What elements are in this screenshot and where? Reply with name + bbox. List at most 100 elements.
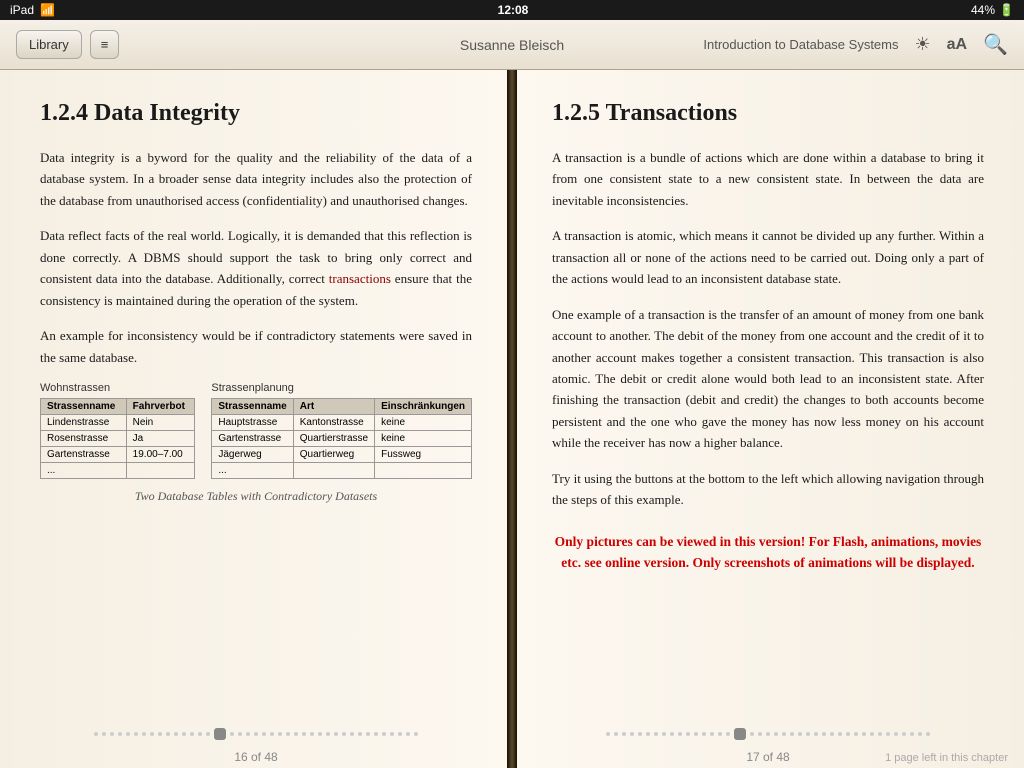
page-dot[interactable] xyxy=(342,732,346,736)
brightness-icon[interactable]: ☀ xyxy=(915,34,931,55)
table2-r1c1: Quartierstrasse xyxy=(293,430,374,446)
page-dot[interactable] xyxy=(750,732,754,736)
page-dot[interactable] xyxy=(622,732,626,736)
page-dot[interactable] xyxy=(838,732,842,736)
page-dot[interactable] xyxy=(894,732,898,736)
page-dot[interactable] xyxy=(294,732,298,736)
page-dot[interactable] xyxy=(174,732,178,736)
page-dot[interactable] xyxy=(206,732,210,736)
table-row: Rosenstrasse Ja xyxy=(41,430,195,446)
page-dot[interactable] xyxy=(678,732,682,736)
page-dot[interactable] xyxy=(630,732,634,736)
page-dot[interactable] xyxy=(118,732,122,736)
page-dot[interactable] xyxy=(614,732,618,736)
page-dot[interactable] xyxy=(910,732,914,736)
page-dot[interactable] xyxy=(398,732,402,736)
page-dot[interactable] xyxy=(854,732,858,736)
page-dot[interactable] xyxy=(382,732,386,736)
page-dot[interactable] xyxy=(862,732,866,736)
page-dot[interactable] xyxy=(182,732,186,736)
page-dot[interactable] xyxy=(246,732,250,736)
page-dot[interactable] xyxy=(326,732,330,736)
table2-r3c0: ... xyxy=(212,462,293,478)
page-dot[interactable] xyxy=(830,732,834,736)
page-dot[interactable] xyxy=(318,732,322,736)
table2-r2c1: Quartierweg xyxy=(293,446,374,462)
left-para-3: An example for inconsistency would be if… xyxy=(40,325,472,368)
page-dot[interactable] xyxy=(110,732,114,736)
page-dot[interactable] xyxy=(686,732,690,736)
page-dot[interactable] xyxy=(390,732,394,736)
page-dot[interactable] xyxy=(694,732,698,736)
page-dot[interactable] xyxy=(94,732,98,736)
page-dot[interactable] xyxy=(166,732,170,736)
page-dot[interactable] xyxy=(846,732,850,736)
page-dot[interactable] xyxy=(238,732,242,736)
page-dot[interactable] xyxy=(374,732,378,736)
page-dot[interactable] xyxy=(214,728,226,740)
table2: Strassenname Art Einschränkungen Hauptst… xyxy=(211,398,472,479)
page-dot[interactable] xyxy=(710,732,714,736)
page-dot[interactable] xyxy=(606,732,610,736)
page-dot[interactable] xyxy=(302,732,306,736)
page-dot[interactable] xyxy=(886,732,890,736)
page-dot[interactable] xyxy=(638,732,642,736)
page-dot[interactable] xyxy=(798,732,802,736)
page-dot[interactable] xyxy=(406,732,410,736)
table2-r1c0: Gartenstrasse xyxy=(212,430,293,446)
page-dot[interactable] xyxy=(646,732,650,736)
page-dot[interactable] xyxy=(126,732,130,736)
page-dot[interactable] xyxy=(734,728,746,740)
page-dot[interactable] xyxy=(102,732,106,736)
library-button[interactable]: Library xyxy=(16,30,82,59)
author-label: Susanne Bleisch xyxy=(460,37,564,53)
page-dot[interactable] xyxy=(774,732,778,736)
page-dot[interactable] xyxy=(262,732,266,736)
page-dot[interactable] xyxy=(358,732,362,736)
page-dot[interactable] xyxy=(782,732,786,736)
page-dot[interactable] xyxy=(670,732,674,736)
page-dot[interactable] xyxy=(902,732,906,736)
font-size-icon[interactable]: aA xyxy=(947,36,967,54)
search-icon[interactable]: 🔍 xyxy=(983,32,1008,57)
page-dot[interactable] xyxy=(814,732,818,736)
page-dot[interactable] xyxy=(414,732,418,736)
page-dot[interactable] xyxy=(190,732,194,736)
page-dot[interactable] xyxy=(926,732,930,736)
page-dot[interactable] xyxy=(870,732,874,736)
page-dot[interactable] xyxy=(350,732,354,736)
page-dot[interactable] xyxy=(158,732,162,736)
page-dot[interactable] xyxy=(718,732,722,736)
page-dot[interactable] xyxy=(702,732,706,736)
page-dot[interactable] xyxy=(918,732,922,736)
table-row: ... xyxy=(212,462,472,478)
transactions-link[interactable]: transactions xyxy=(329,271,391,286)
page-dot[interactable] xyxy=(278,732,282,736)
page-dot[interactable] xyxy=(790,732,794,736)
table2-r2c2: Fussweg xyxy=(375,446,472,462)
page-dot[interactable] xyxy=(726,732,730,736)
page-dot[interactable] xyxy=(150,732,154,736)
page-dot[interactable] xyxy=(654,732,658,736)
page-dot[interactable] xyxy=(822,732,826,736)
page-dot[interactable] xyxy=(286,732,290,736)
page-dot[interactable] xyxy=(334,732,338,736)
page-dot[interactable] xyxy=(758,732,762,736)
table1-header-0: Strassenname xyxy=(41,398,127,414)
page-dot[interactable] xyxy=(142,732,146,736)
table-row: Gartenstrasse Quartierstrasse keine xyxy=(212,430,472,446)
page-dot[interactable] xyxy=(198,732,202,736)
page-dot[interactable] xyxy=(878,732,882,736)
page-dot[interactable] xyxy=(270,732,274,736)
left-page-number: 16 of 48 xyxy=(0,750,512,764)
page-dot[interactable] xyxy=(806,732,810,736)
page-dot[interactable] xyxy=(366,732,370,736)
page-dot[interactable] xyxy=(134,732,138,736)
page-dot[interactable] xyxy=(662,732,666,736)
page-dot[interactable] xyxy=(254,732,258,736)
toc-button[interactable]: ≡ xyxy=(90,30,120,59)
page-dot[interactable] xyxy=(310,732,314,736)
page-dot[interactable] xyxy=(230,732,234,736)
page-dot[interactable] xyxy=(766,732,770,736)
table2-r2c0: Jägerweg xyxy=(212,446,293,462)
